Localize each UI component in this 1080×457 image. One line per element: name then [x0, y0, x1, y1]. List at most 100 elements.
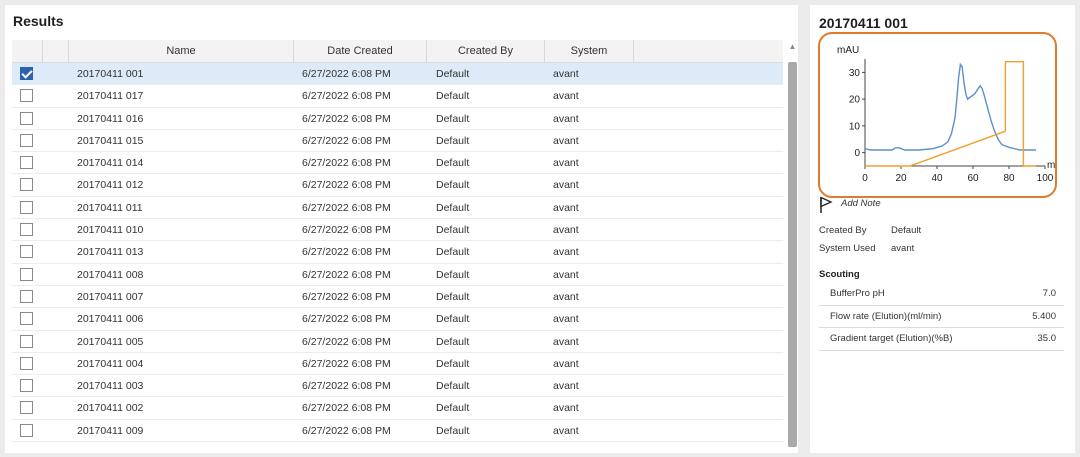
table-row[interactable]: 20170411 017 6/27/2022 6:08 PM Default avan… — [12, 85, 783, 108]
row-checkbox[interactable] — [20, 245, 33, 259]
scroll-up-icon[interactable]: ▲ — [787, 40, 798, 54]
table-row[interactable]: 20170411 002 6/27/2022 6:08 PM Default avan… — [12, 397, 783, 420]
row-created-by: Default — [436, 112, 470, 125]
row-system: avant — [553, 179, 579, 192]
row-system: avant — [553, 68, 579, 80]
row-created-by: Default — [436, 380, 470, 393]
system-used-label: System Used — [819, 243, 876, 254]
row-checkbox[interactable] — [20, 89, 33, 103]
row-name: 20170411 009 — [77, 424, 144, 437]
row-checkbox[interactable] — [20, 379, 33, 393]
row-checkbox[interactable] — [20, 334, 33, 348]
x-tick-label: 80 — [1003, 173, 1015, 184]
row-name: 20170411 001 — [77, 68, 144, 80]
table-row[interactable]: 20170411 004 6/27/2022 6:08 PM Default avan… — [12, 353, 783, 376]
row-checkbox[interactable] — [20, 200, 33, 214]
row-checkbox[interactable] — [20, 289, 33, 303]
table-row[interactable]: 20170411 013 6/27/2022 6:08 PM Default avan… — [12, 241, 783, 264]
row-checkbox[interactable] — [20, 312, 33, 326]
row-name: 20170411 008 — [77, 268, 144, 281]
table-row[interactable]: 20170411 009 6/27/2022 6:08 PM Default avan… — [12, 420, 783, 443]
row-system: avant — [553, 424, 579, 437]
row-name: 20170411 014 — [77, 157, 144, 170]
row-created-by: Default — [436, 224, 470, 237]
header-spacer-column — [43, 40, 69, 62]
x-tick-label: 100 — [1037, 173, 1054, 184]
row-name: 20170411 012 — [77, 179, 144, 192]
row-date-created: 6/27/2022 6:08 PM — [302, 68, 391, 80]
row-date-created: 6/27/2022 6:08 PM — [302, 224, 391, 237]
scouting-label: Flow rate (Elution)(ml/min) — [830, 310, 942, 322]
row-checkbox[interactable] — [20, 401, 33, 415]
results-grid: Name Date Created Created By System 2017… — [12, 40, 783, 450]
scroll-thumb[interactable] — [788, 62, 797, 447]
scouting-heading: Scouting — [819, 269, 860, 280]
row-checkbox[interactable] — [20, 423, 33, 437]
header-date-created[interactable]: Date Created — [294, 40, 427, 62]
row-name: 20170411 017 — [77, 90, 144, 103]
flag-icon — [820, 196, 833, 213]
row-created-by: Default — [436, 68, 470, 80]
row-created-by: Default — [436, 290, 470, 303]
row-system: avant — [553, 357, 579, 370]
row-checkbox[interactable] — [20, 356, 33, 370]
y-tick-label: 10 — [849, 121, 861, 132]
grid-header: Name Date Created Created By System — [12, 40, 783, 63]
row-name: 20170411 007 — [77, 290, 144, 303]
header-system[interactable]: System — [545, 40, 634, 62]
table-row[interactable]: 20170411 016 6/27/2022 6:08 PM Default avan… — [12, 108, 783, 130]
header-checkbox-column[interactable] — [12, 40, 43, 62]
row-created-by: Default — [436, 246, 470, 259]
row-date-created: 6/27/2022 6:08 PM — [302, 90, 391, 103]
header-created-by[interactable]: Created By — [427, 40, 545, 62]
table-row[interactable]: 20170411 007 6/27/2022 6:08 PM Default avan… — [12, 286, 783, 309]
table-row[interactable]: 20170411 001 6/27/2022 6:08 PM Default avan… — [12, 63, 783, 86]
table-row[interactable]: 20170411 006 6/27/2022 6:08 PM Default avan… — [12, 308, 783, 331]
row-created-by: Default — [436, 268, 470, 281]
row-system: avant — [553, 201, 579, 214]
results-scrollbar[interactable]: ▲ — [787, 40, 798, 450]
row-checkbox[interactable] — [20, 133, 33, 147]
table-row[interactable]: 20170411 010 6/27/2022 6:08 PM Default avan… — [12, 219, 783, 242]
row-checkbox[interactable] — [20, 178, 33, 192]
add-note-label: Add Note — [841, 198, 881, 209]
header-name[interactable]: Name — [69, 40, 294, 62]
table-row[interactable]: 20170411 005 6/27/2022 6:08 PM Default avan… — [12, 331, 783, 353]
system-used-row: System Used avant — [819, 243, 914, 254]
table-row[interactable]: 20170411 012 6/27/2022 6:08 PM Default avan… — [12, 174, 783, 197]
table-row[interactable]: 20170411 008 6/27/2022 6:08 PM Default avan… — [12, 264, 783, 286]
system-used-value: avant — [891, 243, 915, 254]
x-axis-label: ml — [1047, 160, 1055, 171]
chromatogram-chart: 0 10 20 30 0 20 40 60 80 100 mAU ml — [837, 45, 1055, 184]
scouting-label: Gradient target (Elution)(%B) — [830, 333, 953, 344]
y-tick-label: 20 — [849, 95, 861, 106]
chromatogram-thumbnail[interactable]: 0 10 20 30 0 20 40 60 80 100 mAU ml — [818, 32, 1057, 198]
row-name: 20170411 006 — [77, 313, 144, 326]
table-row[interactable]: 20170411 003 6/27/2022 6:08 PM Default avan… — [12, 375, 783, 398]
row-date-created: 6/27/2022 6:08 PM — [302, 201, 391, 214]
row-date-created: 6/27/2022 6:08 PM — [302, 335, 391, 348]
row-date-created: 6/27/2022 6:08 PM — [302, 313, 391, 326]
row-system: avant — [553, 90, 579, 103]
row-system: avant — [553, 224, 579, 237]
table-row[interactable]: 20170411 011 6/27/2022 6:08 PM Default avan… — [12, 197, 783, 220]
row-checkbox[interactable] — [20, 223, 33, 237]
row-checkbox[interactable] — [20, 267, 33, 281]
row-date-created: 6/27/2022 6:08 PM — [302, 290, 391, 303]
row-created-by: Default — [436, 201, 470, 214]
row-name: 20170411 005 — [77, 335, 144, 348]
x-tick-label: 40 — [931, 173, 943, 184]
row-checkbox[interactable] — [20, 156, 33, 170]
scouting-value: 35.0 — [1037, 333, 1057, 344]
row-name: 20170411 015 — [77, 134, 144, 147]
row-created-by: Default — [436, 179, 470, 192]
row-checkbox[interactable] — [20, 67, 33, 80]
row-date-created: 6/27/2022 6:08 PM — [302, 424, 391, 437]
row-system: avant — [553, 134, 579, 147]
row-checkbox[interactable] — [20, 111, 33, 125]
table-row[interactable]: 20170411 014 6/27/2022 6:08 PM Default avan… — [12, 152, 783, 175]
row-name: 20170411 010 — [77, 224, 144, 237]
row-created-by: Default — [436, 134, 470, 147]
table-row[interactable]: 20170411 015 6/27/2022 6:08 PM Default avan… — [12, 130, 783, 153]
row-system: avant — [553, 402, 579, 415]
